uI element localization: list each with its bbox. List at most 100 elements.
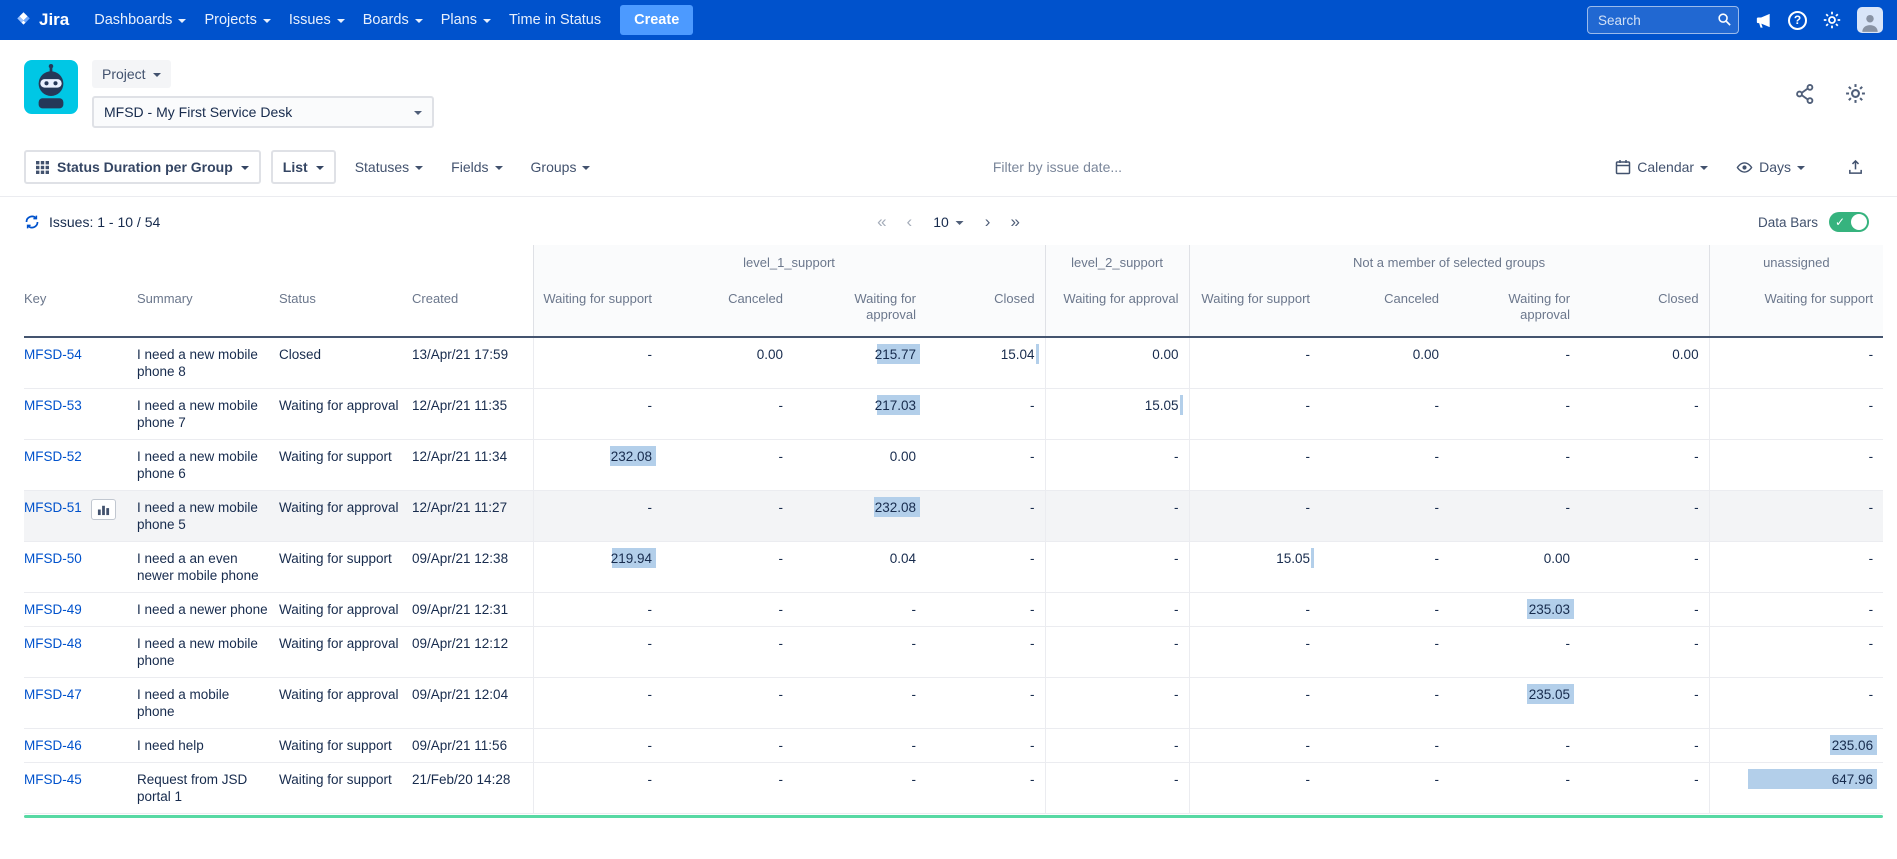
key-cell: MFSD-46 xyxy=(24,729,137,763)
fields-dropdown[interactable]: Fields xyxy=(442,159,511,175)
created-cell: 12/Apr/21 11:35 xyxy=(412,389,533,440)
time-unit-dropdown[interactable]: Days xyxy=(1727,159,1814,176)
issue-date-filter-input[interactable] xyxy=(993,159,1213,175)
duration-value-cell: - xyxy=(1189,440,1320,491)
announcement-icon[interactable] xyxy=(1754,11,1773,30)
duration-value-cell: - xyxy=(793,627,926,678)
duration-value-cell: 0.00 xyxy=(662,337,793,389)
issue-key-link[interactable]: MFSD-53 xyxy=(24,398,82,413)
duration-value-cell: - xyxy=(793,593,926,627)
duration-value-cell: - xyxy=(1449,763,1580,814)
groups-dropdown[interactable]: Groups xyxy=(522,159,600,175)
create-button[interactable]: Create xyxy=(620,5,693,35)
issue-key-link[interactable]: MFSD-52 xyxy=(24,449,82,464)
project-select[interactable]: MFSD - My First Service Desk xyxy=(92,96,434,128)
duration-value-cell: - xyxy=(1320,678,1449,729)
summary-cell: I need a new mobile phone 6 xyxy=(137,440,279,491)
chart-icon-button[interactable] xyxy=(91,499,116,520)
column-header: Closed xyxy=(1580,280,1709,337)
duration-value-cell: 0.00 xyxy=(1320,337,1449,389)
chevron-down-icon xyxy=(956,221,964,225)
duration-value-cell: - xyxy=(926,729,1045,763)
data-bars-toggle[interactable]: ✓ xyxy=(1829,212,1869,232)
jira-logo[interactable]: Jira xyxy=(14,10,69,30)
duration-value-cell: - xyxy=(926,491,1045,542)
duration-value-cell: - xyxy=(1045,678,1189,729)
nav-issues[interactable]: Issues xyxy=(280,6,354,34)
issue-key-link[interactable]: MFSD-45 xyxy=(24,772,82,787)
toggle-knob xyxy=(1851,214,1867,230)
status-cell: Waiting for approval xyxy=(279,389,412,440)
page-size-select[interactable]: 10 xyxy=(923,212,974,232)
created-cell: 09/Apr/21 12:12 xyxy=(412,627,533,678)
last-page-button[interactable]: » xyxy=(1001,210,1028,234)
column-group-header: level_1_support xyxy=(533,245,1045,280)
issue-row: MFSD-51I need a new mobile phone 5Waitin… xyxy=(24,491,1883,542)
key-cell: MFSD-52 xyxy=(24,440,137,491)
column-header: Waiting for support xyxy=(533,280,662,337)
duration-value-cell: - xyxy=(1580,627,1709,678)
table-horizontal-scrollbar[interactable] xyxy=(24,815,1883,818)
help-icon[interactable]: ? xyxy=(1788,11,1807,30)
share-icon[interactable] xyxy=(1794,83,1816,105)
chevron-down-icon xyxy=(241,166,249,170)
issue-key-link[interactable]: MFSD-51 xyxy=(24,500,82,515)
prev-page-button[interactable]: ‹ xyxy=(898,210,922,234)
nav-dashboards[interactable]: Dashboards xyxy=(85,6,195,34)
issue-key-link[interactable]: MFSD-54 xyxy=(24,347,82,362)
column-header: Status xyxy=(279,280,412,337)
gear-icon[interactable] xyxy=(1822,10,1842,30)
duration-value-cell: - xyxy=(533,389,662,440)
key-cell: MFSD-54 xyxy=(24,337,137,389)
issue-key-link[interactable]: MFSD-46 xyxy=(24,738,82,753)
column-group-header: level_2_support xyxy=(1045,245,1189,280)
created-cell: 09/Apr/21 12:38 xyxy=(412,542,533,593)
duration-value-cell: 217.03 xyxy=(793,389,926,440)
duration-value-cell: - xyxy=(1045,491,1189,542)
issue-key-link[interactable]: MFSD-48 xyxy=(24,636,82,651)
issue-key-link[interactable]: MFSD-49 xyxy=(24,602,82,617)
chevron-down-icon xyxy=(1700,166,1708,170)
chevron-down-icon xyxy=(178,19,186,23)
user-avatar[interactable] xyxy=(1857,7,1883,33)
search-box xyxy=(1587,6,1739,34)
duration-value-cell: - xyxy=(793,678,926,729)
duration-value-cell: 647.96 xyxy=(1709,763,1883,814)
issue-row: MFSD-46I need helpWaiting for support09/… xyxy=(24,729,1883,763)
duration-value-cell: - xyxy=(1189,763,1320,814)
issue-key-link[interactable]: MFSD-47 xyxy=(24,687,82,702)
duration-value-cell: - xyxy=(926,389,1045,440)
nav-boards[interactable]: Boards xyxy=(354,6,432,34)
duration-value-cell: - xyxy=(1449,627,1580,678)
nav-time-in-status[interactable]: Time in Status xyxy=(500,6,610,34)
summary-cell: I need a new mobile phone 7 xyxy=(137,389,279,440)
summary-cell: I need a new mobile phone xyxy=(137,627,279,678)
duration-value-cell: - xyxy=(1449,389,1580,440)
duration-value-cell: - xyxy=(793,763,926,814)
eye-icon xyxy=(1736,159,1753,176)
settings-gear-icon[interactable] xyxy=(1844,82,1867,105)
calendar-dropdown[interactable]: Calendar xyxy=(1606,159,1717,175)
key-cell: MFSD-49 xyxy=(24,593,137,627)
next-page-button[interactable]: › xyxy=(976,210,1000,234)
duration-value-cell: - xyxy=(1580,593,1709,627)
data-bar xyxy=(1180,395,1183,415)
report-type-button[interactable]: Status Duration per Group xyxy=(24,150,261,184)
calendar-icon xyxy=(1615,159,1631,175)
statuses-dropdown[interactable]: Statuses xyxy=(346,159,432,175)
issue-key-link[interactable]: MFSD-50 xyxy=(24,551,82,566)
export-icon[interactable] xyxy=(1838,159,1873,176)
chevron-down-icon xyxy=(1797,166,1805,170)
duration-value-cell: - xyxy=(1580,491,1709,542)
duration-value-cell: - xyxy=(662,627,793,678)
duration-value-cell: - xyxy=(1709,593,1883,627)
duration-value-cell: - xyxy=(1709,440,1883,491)
nav-projects[interactable]: Projects xyxy=(195,6,279,34)
project-type-dropdown[interactable]: Project xyxy=(92,60,171,88)
nav-plans[interactable]: Plans xyxy=(432,6,500,34)
refresh-icon[interactable] xyxy=(24,214,40,230)
view-mode-button[interactable]: List xyxy=(271,150,336,184)
first-page-button[interactable]: « xyxy=(868,210,895,234)
status-cell: Waiting for approval xyxy=(279,678,412,729)
duration-value-cell: 15.05 xyxy=(1045,389,1189,440)
